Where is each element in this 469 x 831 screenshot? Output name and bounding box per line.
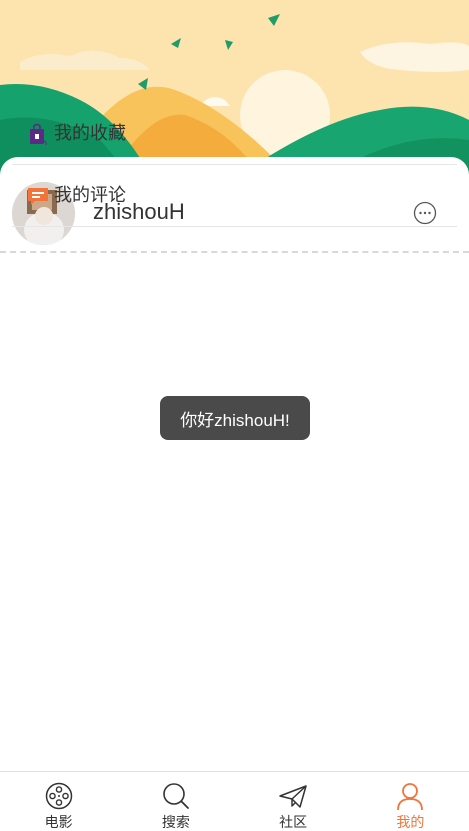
menu-item-label: 我的收藏 — [54, 123, 126, 144]
menu-item-comments[interactable]: 我的评论 — [12, 165, 457, 227]
profile-card: zhishouH — [0, 157, 469, 771]
user-icon — [397, 783, 424, 811]
tab-label: 我的 — [396, 815, 425, 831]
menu-item-label: 我的评论 — [54, 185, 126, 206]
search-icon — [163, 783, 189, 809]
paper-plane-icon — [279, 785, 307, 808]
film-reel-icon — [45, 782, 72, 810]
welcome-toast: 你好zhishouH! — [160, 396, 310, 440]
profile-menu: 我的收藏 我的评论 — [12, 103, 457, 227]
bottom-tab-bar: 电影 搜索 社区 我的 — [0, 771, 469, 831]
tab-label: 搜索 — [161, 815, 190, 831]
tab-search[interactable]: 搜索 — [117, 772, 234, 831]
bag-icon — [30, 123, 47, 145]
tab-mine[interactable]: 我的 — [352, 772, 469, 831]
menu-item-favorites[interactable]: 我的收藏 — [12, 103, 457, 165]
tab-movies[interactable]: 电影 — [0, 772, 117, 831]
tab-label: 电影 — [44, 815, 73, 831]
tab-label: 社区 — [279, 815, 308, 831]
tab-community[interactable]: 社区 — [235, 772, 352, 831]
comment-icon — [28, 188, 48, 205]
